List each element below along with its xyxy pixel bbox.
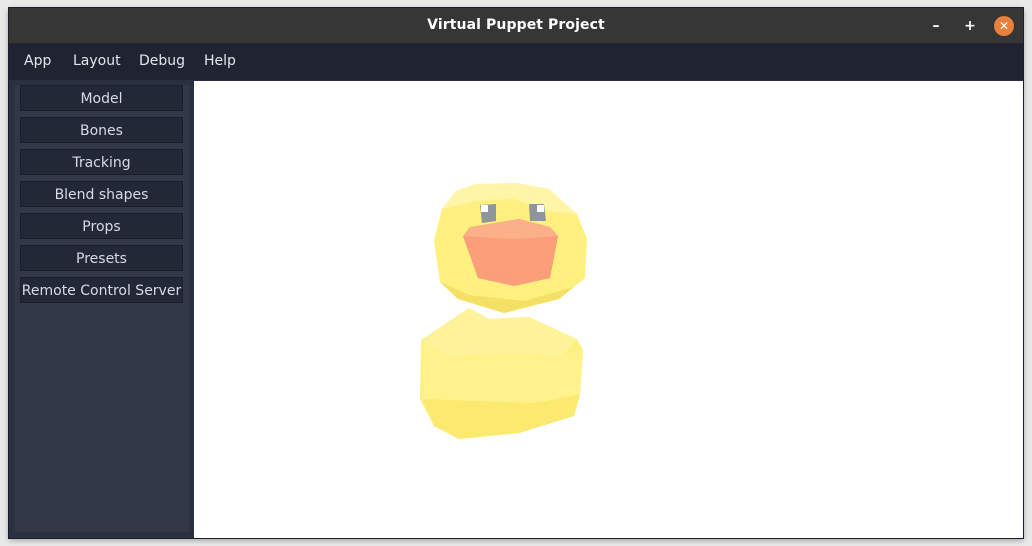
sidebar-panel: Model Bones Tracking Blend shapes Props … [15,85,189,532]
blend-shapes-button[interactable]: Blend shapes [20,181,183,207]
title-bar[interactable]: Virtual Puppet Project – + ✕ [9,8,1023,43]
menu-bar: App Layout Debug Help [9,43,1023,80]
duck-body [420,308,583,439]
duck-model [420,183,587,439]
menu-help[interactable]: Help [204,43,236,80]
props-button[interactable]: Props [20,213,183,239]
menu-app[interactable]: App [24,43,51,80]
model-button[interactable]: Model [20,85,183,111]
window-title: Virtual Puppet Project [427,17,605,33]
remote-control-server-button[interactable]: Remote Control Server [20,277,183,303]
tracking-button[interactable]: Tracking [20,149,183,175]
app-window: Virtual Puppet Project – + ✕ App Layout … [9,8,1023,538]
minimize-button[interactable]: – [926,16,946,36]
presets-button[interactable]: Presets [20,245,183,271]
bones-button[interactable]: Bones [20,117,183,143]
3d-viewport[interactable] [194,81,1023,538]
close-button[interactable]: ✕ [994,16,1014,36]
menu-debug[interactable]: Debug [139,43,185,80]
maximize-button[interactable]: + [960,16,980,36]
menu-layout[interactable]: Layout [73,43,121,80]
